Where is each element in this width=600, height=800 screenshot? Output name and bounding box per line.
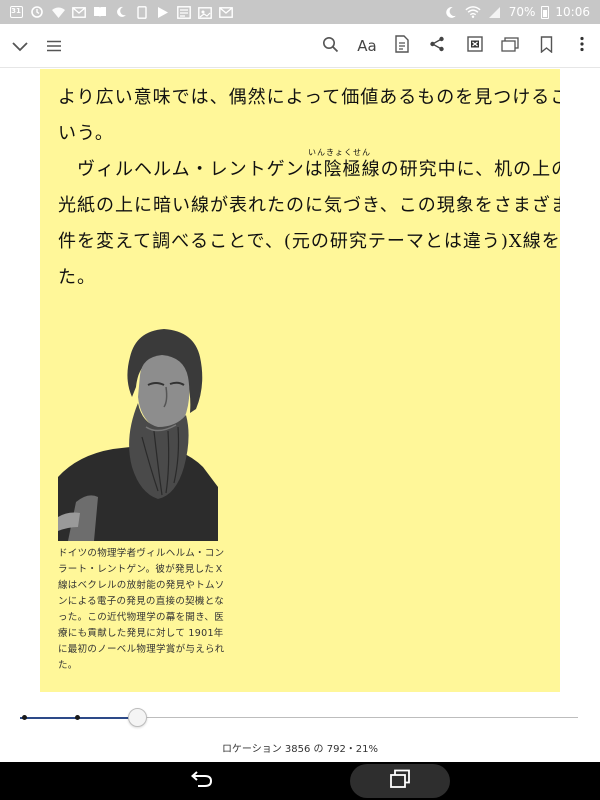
mail-icon <box>71 5 87 19</box>
back-icon <box>190 770 213 792</box>
battery-icon <box>541 5 550 19</box>
text-line: た。 <box>58 267 96 288</box>
table-of-contents-button[interactable] <box>42 34 66 58</box>
phone-icon <box>134 5 150 19</box>
menu-icon <box>46 37 62 56</box>
text-line: いう。 <box>58 123 114 144</box>
moon-icon <box>443 5 459 19</box>
image-caption: ドイツの物理学者ヴィルヘルム・コンラート・レントゲン。彼が発見したＸ線はベクレル… <box>58 548 225 671</box>
sync-icon <box>29 5 45 19</box>
navigation-bar <box>0 762 600 800</box>
photo-icon <box>197 5 213 19</box>
text-line: ヴィルヘルム・レントゲンは陰極線の研究中に、机の上の蛍 <box>58 159 560 180</box>
reader-toolbar: Aa <box>0 24 600 68</box>
wifi-icon <box>465 5 481 19</box>
status-bar: 31 70% 10:06 <box>0 0 600 24</box>
collapse-button[interactable] <box>8 34 32 58</box>
search-icon <box>322 36 339 57</box>
back-button[interactable] <box>182 768 222 794</box>
bookmark-button[interactable] <box>534 34 558 58</box>
system-status: 70% 10:06 <box>443 5 600 19</box>
wifi-question-icon <box>50 5 66 19</box>
recent-apps-button[interactable] <box>350 764 450 798</box>
slider-thumb[interactable] <box>128 708 148 727</box>
more-options-button[interactable] <box>570 34 594 58</box>
search-button[interactable] <box>318 34 342 58</box>
xray-button[interactable] <box>463 34 487 58</box>
book-page: より広い意味では、偶然によって価値あるものを見つけることを いう。 いんきょくせ… <box>40 69 560 692</box>
font-settings-button[interactable]: Aa <box>352 34 382 58</box>
chevron-down-icon <box>11 37 29 56</box>
text-line: より広い意味では、偶然によって価値あるものを見つけることを <box>58 87 560 108</box>
clock: 10:06 <box>555 5 590 19</box>
roentgen-portrait-image[interactable] <box>58 327 218 541</box>
text-line: 光紙の上に暗い線が表れたのに気づき、この現象をさまざまに条 <box>58 195 560 216</box>
share-icon <box>429 36 445 56</box>
xray-icon <box>467 36 483 56</box>
recent-apps-icon <box>389 769 411 793</box>
notes-button[interactable] <box>390 34 414 58</box>
cellular-signal-icon <box>487 5 503 19</box>
flashcards-icon <box>501 36 519 56</box>
calendar-badge: 31 <box>9 6 23 18</box>
location-indicator: ロケーション 3856 の 792・21% <box>221 744 379 755</box>
more-icon <box>579 36 585 56</box>
font-icon: Aa <box>357 37 377 55</box>
text-line: 件を変えて調べることで、(元の研究テーマとは違う)X線を発見し <box>58 231 560 252</box>
chapter-marker <box>75 715 80 720</box>
play-store-icon <box>155 5 171 19</box>
share-button[interactable] <box>425 34 449 58</box>
battery-percent: 70% <box>508 5 536 19</box>
page-slider[interactable] <box>20 706 580 730</box>
book-icon <box>92 5 108 19</box>
chapter-marker <box>22 715 27 720</box>
tasks-icon <box>176 5 192 19</box>
calendar-icon: 31 <box>8 5 24 19</box>
notification-icons: 31 <box>0 5 234 19</box>
bookmark-icon <box>540 35 553 57</box>
mail-icon <box>218 5 234 19</box>
flashcards-button[interactable] <box>498 34 522 58</box>
moon-icon <box>113 5 129 19</box>
notes-icon <box>395 35 409 57</box>
